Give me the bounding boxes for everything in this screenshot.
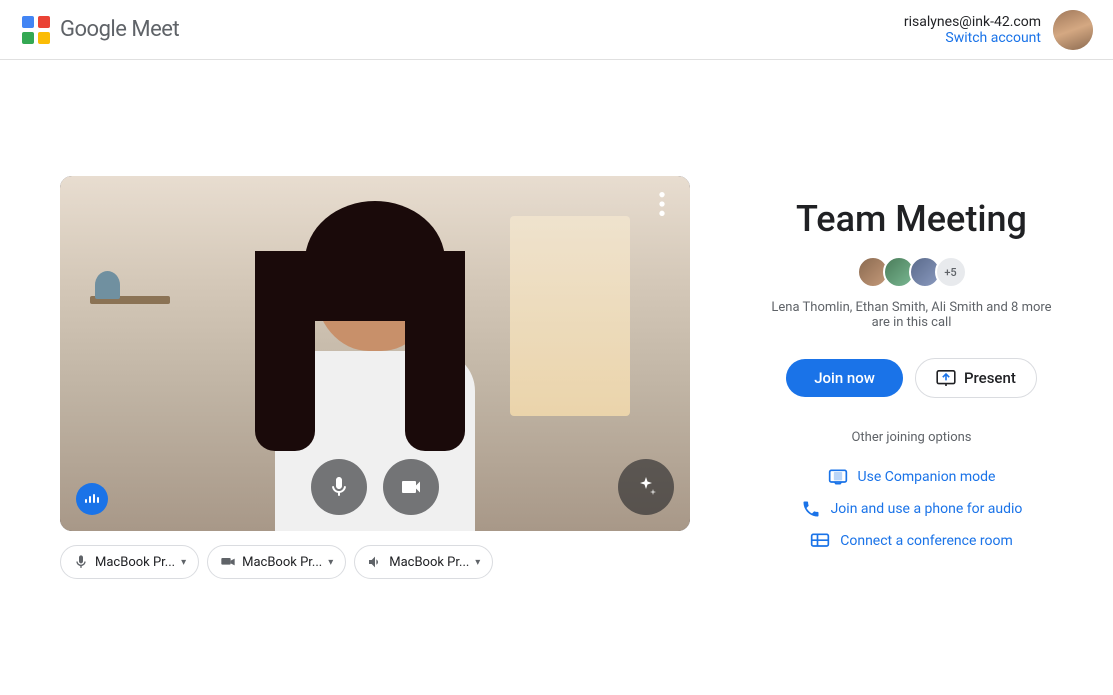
camera-selector-icon — [220, 554, 236, 570]
speaker-selector[interactable]: MacBook Pr... ▾ — [354, 545, 493, 579]
sparkle-icon — [634, 475, 658, 499]
account-email: risalynes@ink-42.com — [904, 14, 1041, 30]
google-meet-logo-icon — [20, 14, 52, 46]
video-container — [60, 176, 690, 531]
controls-bar — [60, 459, 690, 515]
camera-selector[interactable]: MacBook Pr... ▾ — [207, 545, 346, 579]
account-info: risalynes@ink-42.com Switch account — [904, 14, 1041, 46]
camera-device-label: MacBook Pr... — [242, 555, 322, 570]
conference-room-link[interactable]: Connect a conference room — [810, 525, 1012, 557]
participants-avatars: +5 — [857, 256, 967, 288]
header: Google Meet risalynes@ink-42.com Switch … — [0, 0, 1113, 60]
present-icon — [936, 370, 956, 386]
logo-area: Google Meet — [20, 14, 179, 46]
companion-mode-label: Use Companion mode — [858, 469, 996, 485]
camera-toggle-button[interactable] — [383, 459, 439, 515]
microphone-toggle-button[interactable] — [311, 459, 367, 515]
video-section: MacBook Pr... ▾ MacBook Pr... ▾ MacBook … — [60, 176, 690, 579]
phone-audio-link[interactable]: Join and use a phone for audio — [801, 493, 1023, 525]
video-overlay — [60, 176, 690, 531]
phone-audio-icon — [801, 499, 821, 519]
microphone-device-label: MacBook Pr... — [95, 555, 175, 570]
conference-room-icon — [810, 531, 830, 551]
join-buttons: Join now Present — [786, 358, 1037, 398]
join-now-button[interactable]: Join now — [786, 359, 903, 397]
speaker-selector-icon — [367, 554, 383, 570]
participants-text: Lena Thomlin, Ethan Smith, Ali Smith and… — [770, 300, 1053, 330]
effects-button[interactable] — [618, 459, 674, 515]
avatar-image — [1053, 10, 1093, 50]
present-button[interactable]: Present — [915, 358, 1037, 398]
conference-room-label: Connect a conference room — [840, 533, 1012, 549]
companion-mode-link[interactable]: Use Companion mode — [828, 461, 996, 493]
device-selectors: MacBook Pr... ▾ MacBook Pr... ▾ MacBook … — [60, 545, 690, 579]
companion-mode-icon — [828, 467, 848, 487]
logo-text: Google Meet — [60, 17, 179, 42]
account-area: risalynes@ink-42.com Switch account — [904, 10, 1093, 50]
main-content: MacBook Pr... ▾ MacBook Pr... ▾ MacBook … — [0, 60, 1113, 695]
mic-selector-icon — [73, 554, 89, 570]
microphone-selector[interactable]: MacBook Pr... ▾ — [60, 545, 199, 579]
avatar[interactable] — [1053, 10, 1093, 50]
participants-more-badge: +5 — [935, 256, 967, 288]
switch-account-link[interactable]: Switch account — [945, 30, 1041, 46]
meeting-title: Team Meeting — [796, 198, 1027, 240]
right-panel: Team Meeting +5 Lena Thomlin, Ethan Smit… — [770, 198, 1053, 557]
phone-audio-label: Join and use a phone for audio — [831, 501, 1023, 517]
speaker-chevron-icon: ▾ — [475, 557, 480, 568]
microphone-chevron-icon: ▾ — [181, 557, 186, 568]
vertical-dots-icon — [646, 188, 678, 220]
microphone-icon — [327, 475, 351, 499]
camera-chevron-icon: ▾ — [328, 557, 333, 568]
speaker-device-label: MacBook Pr... — [389, 555, 469, 570]
more-options-button[interactable] — [646, 188, 678, 220]
other-options-title: Other joining options — [851, 430, 971, 445]
camera-icon — [399, 475, 423, 499]
